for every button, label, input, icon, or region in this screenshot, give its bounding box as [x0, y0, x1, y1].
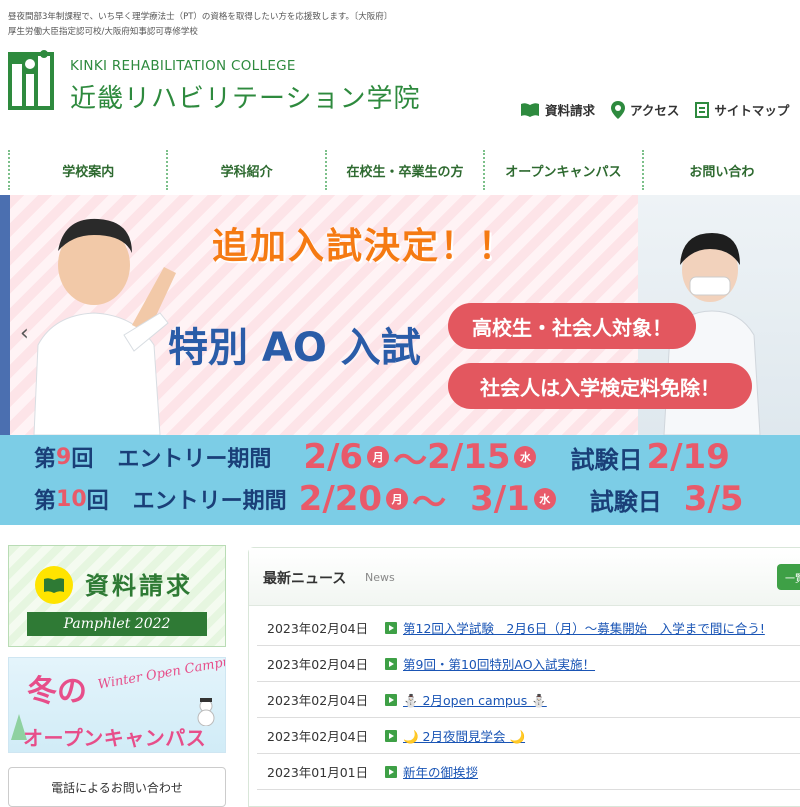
hero-exam-name: 特別 AO 入試 [168, 325, 421, 371]
schedule-row: 第 9 回 エントリー期間 2/6 月 ～ 2/15 水 試験日 2/19 [34, 437, 730, 481]
tagline: 昼夜間部3年制課程で、いち早く理学療法士（PT）の資格を取得したい方を応援致しま… [8, 12, 393, 22]
pamphlet-banner[interactable]: 資料請求 Pamphlet 2022 [8, 545, 226, 647]
news-link[interactable]: 🌙 2月夜間見学会 🌙 [403, 726, 525, 745]
slide-edge [0, 195, 10, 435]
nav-item-departments[interactable]: 学科紹介 [166, 150, 324, 190]
round-prefix: 第 [34, 447, 57, 472]
news-link[interactable]: 新年の御挨拶 [403, 762, 478, 781]
entry-label: エントリー期間 [117, 447, 272, 472]
nav-item-open-campus[interactable]: オープンキャンパス [483, 150, 641, 190]
exam-date-label: 試験日 [589, 487, 662, 516]
news-list: 2023年02月04日 第12回入学試験 2月6日（月）～募集開始 入学まで間に… [257, 610, 800, 790]
news-item: 2023年02月04日 第12回入学試験 2月6日（月）～募集開始 入学まで間に… [257, 610, 800, 646]
utility-item-access[interactable]: アクセス [611, 100, 679, 119]
logo-mark-icon [8, 50, 54, 110]
utility-label: 資料請求 [545, 103, 596, 118]
arrow-icon [385, 657, 397, 670]
sidebar: 資料請求 Pamphlet 2022 冬の Winter Open Campus… [8, 545, 226, 807]
news-date: 2023年02月04日 [267, 693, 369, 708]
arrow-icon [385, 693, 397, 706]
round-number: 9 [56, 444, 72, 470]
news-date: 2023年01月01日 [267, 765, 369, 780]
winter-open-campus-banner[interactable]: 冬の Winter Open Campus! オープンキャンパス [8, 657, 226, 753]
news-item: 2023年02月04日 🌙 2月夜間見学会 🌙 [257, 718, 800, 754]
hero-headline: 追加入試決定！！ [212, 226, 517, 267]
weekday-badge: 月 [386, 488, 409, 510]
schedule-row: 第 10 回 エントリー期間 2/20 月 ～ 3/1 水 試験日 3/5 [34, 479, 744, 523]
map-pin-icon [611, 100, 626, 119]
news-link[interactable]: ⛄ 2月open campus ⛄ [403, 690, 547, 709]
utility-label: サイトマップ [714, 103, 790, 118]
logo-english: KINKI REHABILITATION COLLEGE [70, 58, 296, 74]
logo-japanese: 近畿リハビリテーション学院 [70, 84, 421, 114]
arrow-icon [385, 729, 397, 742]
news-item: 2023年02月04日 第9回・第10回特別AO入試実施！ [257, 646, 800, 682]
nav-item-students-alumni[interactable]: 在校生・卒業生の方 [324, 150, 483, 190]
news-list-button[interactable]: 一覧 [777, 564, 800, 590]
winter-subtitle: オープンキャンパス [23, 726, 207, 750]
pamphlet-title: 資料請求 [85, 572, 193, 600]
arrow-icon [385, 765, 397, 778]
utility-item-pamphlet[interactable]: 資料請求 [520, 100, 595, 119]
weekday-badge: 月 [367, 446, 390, 468]
weekday-badge: 水 [514, 446, 537, 468]
book-icon [35, 566, 73, 604]
exam-date-label: 試験日 [570, 445, 643, 474]
pamphlet-ribbon: Pamphlet 2022 [27, 612, 207, 636]
entry-end: 3/1 [470, 479, 530, 519]
round-number: 10 [56, 486, 87, 512]
utility-nav: 資料請求 アクセス サイトマップ [520, 100, 789, 119]
utility-item-sitemap[interactable]: サイトマップ [695, 100, 789, 119]
news-title: 最新ニュース [263, 571, 347, 587]
phone-contact-button[interactable]: 電話によるお問い合わせ [8, 767, 226, 807]
main-nav: 学校案内 学科紹介 在校生・卒業生の方 オープンキャンパス お問い合わ [0, 150, 800, 190]
student-photo [33, 218, 176, 435]
news-link[interactable]: 第12回入学試験 2月6日（月）～募集開始 入学まで間に合う! [403, 618, 765, 637]
news-header: 最新ニュース News 一覧 [249, 548, 800, 606]
news-date: 2023年02月04日 [267, 657, 369, 672]
fee-waiver-badge: 社会人は入学検定料免除！ [448, 363, 752, 409]
sitemap-icon [695, 101, 710, 118]
arrow-icon [385, 621, 397, 634]
round-suffix: 回 [71, 447, 94, 472]
winter-title: 冬の [27, 674, 87, 709]
news-subtitle: News [365, 571, 395, 584]
entry-start: 2/6 [303, 437, 364, 477]
news-panel: 最新ニュース News 一覧 2023年02月04日 第12回入学試験 2月6日… [248, 547, 800, 807]
nav-item-contact[interactable]: お問い合わ [641, 150, 800, 190]
round-suffix: 回 [86, 489, 109, 514]
nav-item-school-info[interactable]: 学校案内 [8, 150, 166, 190]
site-logo[interactable]: KINKI REHABILITATION COLLEGE 近畿リハビリテーション… [8, 50, 448, 114]
utility-label: アクセス [630, 103, 680, 118]
hero-banner[interactable]: ‹ 追加入試決定！！ 特別 AO 入試 高校生・社会人対象！ 社会人は入学検定料… [0, 195, 800, 525]
news-date: 2023年02月04日 [267, 621, 369, 636]
round-prefix: 第 [34, 489, 57, 514]
exam-date: 3/5 [683, 479, 744, 519]
entry-start: 2/20 [298, 479, 383, 519]
book-icon [521, 102, 539, 117]
accreditation-text: 厚生労働大臣指定認可校/大阪府知事認可専修学校 [8, 27, 198, 37]
entry-end: 2/15 [427, 437, 511, 477]
news-link[interactable]: 第9回・第10回特別AO入試実施！ [403, 654, 595, 673]
carousel-prev-icon[interactable]: ‹ [20, 321, 29, 346]
exam-date: 2/19 [646, 437, 730, 477]
winter-english: Winter Open Campus! [96, 657, 226, 693]
header-text: 昼夜間部3年制課程で、いち早く理学療法士（PT）の資格を取得したい方を応援致しま… [8, 10, 392, 40]
weekday-badge: 水 [533, 488, 556, 510]
target-badge: 高校生・社会人対象！ [448, 303, 696, 349]
news-item: 2023年02月04日 ⛄ 2月open campus ⛄ [257, 682, 800, 718]
range-separator: ～ [412, 482, 447, 523]
news-item: 2023年01月01日 新年の御挨拶 [257, 754, 800, 790]
news-date: 2023年02月04日 [267, 729, 369, 744]
entry-label: エントリー期間 [132, 489, 287, 514]
exam-schedule: 第 9 回 エントリー期間 2/6 月 ～ 2/15 水 試験日 2/19 第 … [0, 435, 800, 525]
